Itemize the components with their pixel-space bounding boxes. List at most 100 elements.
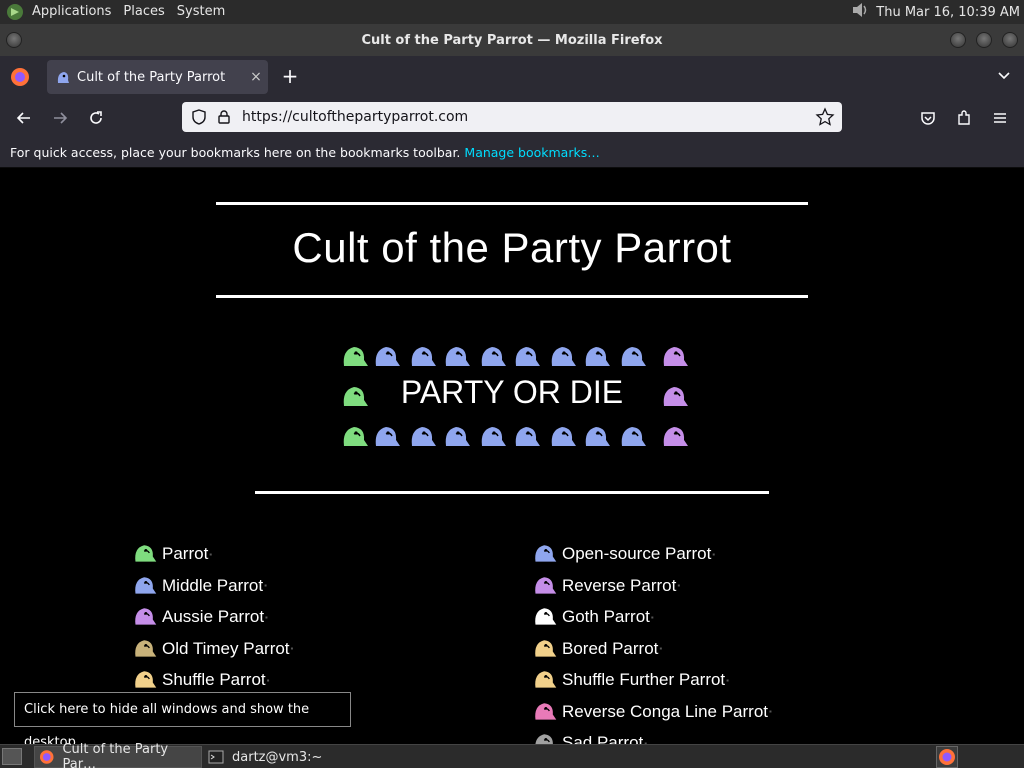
bookmarks-hint: For quick access, place your bookmarks h… (10, 145, 461, 160)
party-parrot-icon (582, 424, 612, 448)
parrot-icon (532, 574, 558, 598)
parrot-list-item[interactable]: Sad Parrot ▪ (532, 729, 647, 744)
extensions-icon[interactable] (952, 106, 976, 130)
parrot-link[interactable]: Shuffle Further Parrot (562, 670, 725, 690)
download-dot-icon[interactable]: ▪ (769, 707, 772, 716)
parrot-list-item[interactable]: Bored Parrot ▪ (532, 635, 662, 663)
parrot-icon (532, 668, 558, 692)
parrot-link[interactable]: Middle Parrot (162, 576, 263, 596)
bottom-taskbar: Cult of the Party Par… dartz@vm3:~ (0, 742, 1024, 768)
party-parrot-icon (340, 344, 370, 368)
parrot-list-item[interactable]: Aussie Parrot ▪ (132, 603, 268, 631)
parrot-list-item[interactable]: Shuffle Parrot ▪ (132, 666, 269, 694)
party-parrot-icon (442, 344, 472, 368)
parrot-list-item[interactable]: Open-source Parrot ▪ (532, 540, 715, 568)
page-title: Cult of the Party Parrot (292, 224, 732, 271)
tab-label: Cult of the Party Parrot (77, 69, 226, 85)
parrot-icon (532, 700, 558, 724)
menu-applications[interactable]: Applications (26, 0, 117, 24)
parrot-list-item[interactable]: Reverse Conga Line Parrot ▪ (532, 698, 772, 726)
download-dot-icon[interactable]: ▪ (651, 613, 654, 622)
parrot-link[interactable]: Aussie Parrot (162, 607, 264, 627)
parrot-list-item[interactable]: Middle Parrot ▪ (132, 572, 267, 600)
party-parrot-icon (582, 344, 612, 368)
top-panel: Applications Places System Thu Mar 16, 1… (0, 0, 1024, 24)
parrot-list-item[interactable]: Reverse Parrot ▪ (532, 572, 680, 600)
party-parrot-icon (478, 344, 508, 368)
maximize-button[interactable] (976, 32, 992, 48)
task-firefox[interactable]: Cult of the Party Par… (34, 742, 202, 768)
reload-icon[interactable] (84, 106, 108, 130)
list-all-tabs-icon[interactable] (996, 67, 1012, 83)
url-bar[interactable]: https://cultofthepartyparrot.com (182, 102, 842, 132)
show-desktop-icon[interactable] (2, 748, 22, 765)
nav-bar: https://cultofthepartyparrot.com (0, 98, 1024, 138)
manage-bookmarks-link[interactable]: Manage bookmarks… (464, 145, 599, 160)
parrot-icon (132, 605, 158, 629)
menu-places[interactable]: Places (117, 0, 170, 24)
party-parrot-icon (478, 424, 508, 448)
pocket-icon[interactable] (916, 106, 940, 130)
parrot-icon (532, 542, 558, 566)
title-rule-top (216, 202, 808, 205)
download-dot-icon[interactable]: ▪ (209, 550, 212, 559)
tab-close-icon[interactable]: × (244, 69, 268, 85)
new-tab-button[interactable]: + (278, 65, 302, 89)
parrot-banner-row-bottom (340, 424, 690, 450)
terminal-task-icon (208, 750, 224, 764)
download-dot-icon[interactable]: ▪ (267, 676, 270, 685)
party-parrot-icon (372, 344, 402, 368)
back-icon[interactable] (12, 106, 36, 130)
download-dot-icon[interactable]: ▪ (264, 581, 267, 590)
party-parrot-icon (512, 344, 542, 368)
firefox-tray-icon[interactable] (936, 746, 958, 768)
parrot-link[interactable]: Open-source Parrot (562, 544, 711, 564)
banner-rule (255, 491, 769, 494)
party-parrot-icon (618, 344, 648, 368)
volume-icon[interactable] (850, 0, 870, 24)
parrot-list-item[interactable]: Shuffle Further Parrot ▪ (532, 666, 729, 694)
distro-logo-icon[interactable] (4, 1, 26, 23)
tracking-protection-shield-icon[interactable] (190, 108, 208, 126)
menu-system[interactable]: System (171, 0, 231, 24)
party-parrot-icon (340, 424, 370, 448)
download-dot-icon[interactable]: ▪ (291, 644, 294, 653)
close-window-button[interactable] (1002, 32, 1018, 48)
parrot-link[interactable]: Bored Parrot (562, 639, 658, 659)
parrot-link[interactable]: Parrot (162, 544, 208, 564)
firefox-view-icon[interactable] (10, 67, 30, 87)
parrot-icon (132, 637, 158, 661)
minimize-button[interactable] (950, 32, 966, 48)
window-titlebar[interactable]: Cult of the Party Parrot — Mozilla Firef… (0, 24, 1024, 56)
parrot-list-item[interactable]: Goth Parrot ▪ (532, 603, 654, 631)
download-dot-icon[interactable]: ▪ (726, 676, 729, 685)
task-terminal[interactable]: dartz@vm3:~ (204, 746, 354, 768)
download-dot-icon[interactable]: ▪ (265, 613, 268, 622)
bookmark-star-icon[interactable] (815, 107, 835, 127)
download-dot-icon[interactable]: ▪ (659, 644, 662, 653)
parrot-link[interactable]: Shuffle Parrot (162, 670, 266, 690)
parrot-banner-row-top (340, 344, 690, 370)
parrot-link[interactable]: Sad Parrot (562, 733, 643, 744)
app-menu-hamburger-icon[interactable] (988, 106, 1012, 130)
parrot-link[interactable]: Old Timey Parrot (162, 639, 290, 659)
party-parrot-icon (618, 424, 648, 448)
lock-icon[interactable] (216, 109, 232, 125)
parrot-list-item[interactable]: Old Timey Parrot ▪ (132, 635, 293, 663)
forward-icon[interactable] (48, 106, 72, 130)
clock[interactable]: Thu Mar 16, 10:39 AM (876, 5, 1020, 20)
url-text[interactable]: https://cultofthepartyparrot.com (242, 109, 815, 125)
tab-cult-of-the-party-parrot[interactable]: Cult of the Party Parrot × (47, 60, 268, 94)
party-parrot-icon (442, 424, 472, 448)
tab-bar: Cult of the Party Parrot × + (0, 56, 1024, 98)
party-parrot-icon (660, 344, 690, 368)
parrot-list-item[interactable]: Parrot ▪ (132, 540, 212, 568)
party-parrot-icon (372, 424, 402, 448)
parrot-link[interactable]: Reverse Parrot (562, 576, 676, 596)
download-dot-icon[interactable]: ▪ (677, 581, 680, 590)
window-menu-button[interactable] (6, 32, 22, 48)
parrot-link[interactable]: Goth Parrot (562, 607, 650, 627)
firefox-task-icon (39, 750, 54, 764)
download-dot-icon[interactable]: ▪ (712, 550, 715, 559)
parrot-link[interactable]: Reverse Conga Line Parrot (562, 702, 768, 722)
